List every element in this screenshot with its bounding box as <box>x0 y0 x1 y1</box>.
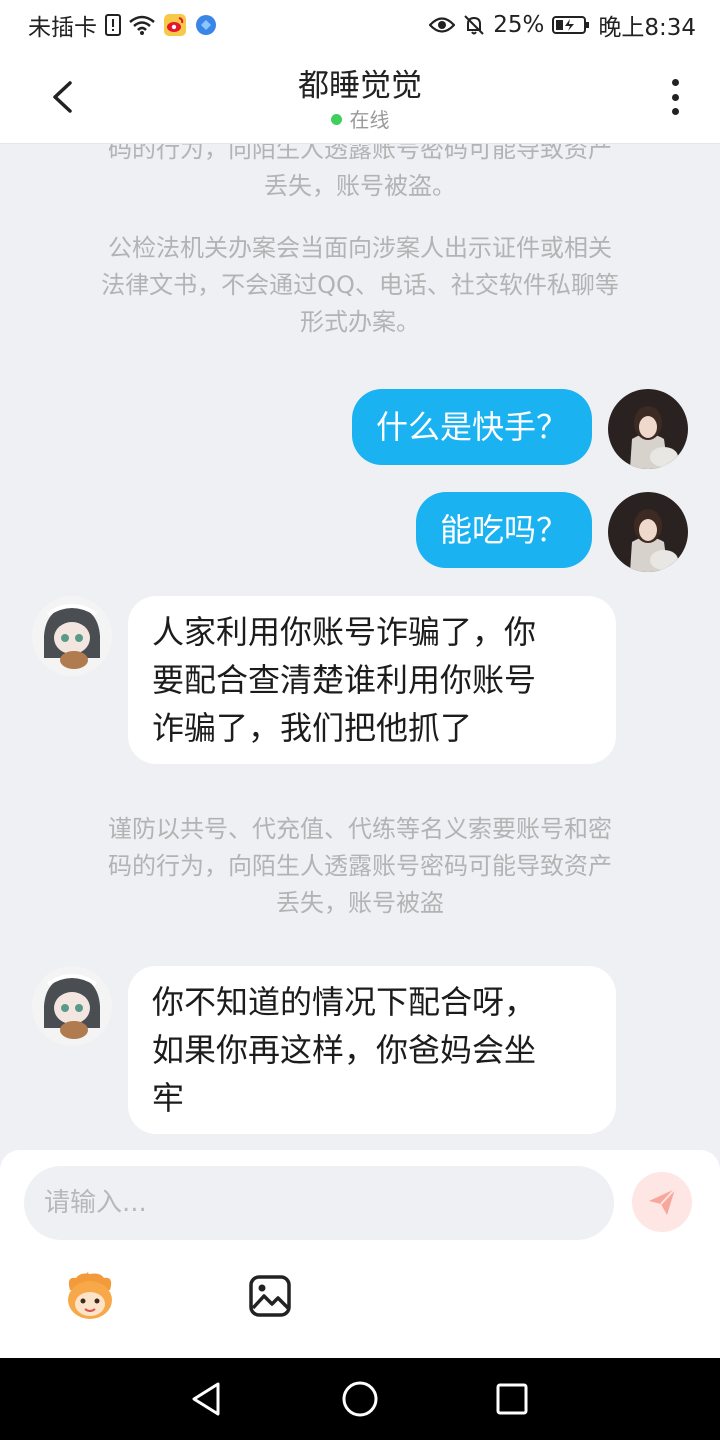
paper-plane-icon <box>649 1188 676 1215</box>
chat-messages[interactable]: 码的行为，向陌生人透露账号密码可能导致资产 丢失，账号被盗。 公检法机关办案会当… <box>0 144 720 1150</box>
message-line: 诈骗了，我们把他抓了 <box>152 709 473 747</box>
chat-title: 都睡觉觉 <box>298 68 422 104</box>
nav-home-button[interactable] <box>335 1374 385 1424</box>
contact-avatar[interactable] <box>32 596 112 676</box>
wifi-icon <box>129 15 155 35</box>
app-notification-icon <box>195 14 217 36</box>
send-button[interactable] <box>632 1172 692 1232</box>
sim-alert-icon <box>105 14 121 36</box>
message-input[interactable] <box>24 1166 614 1240</box>
eye-comfort-icon <box>429 16 456 34</box>
system-notice-law-enforcement: 公检法机关办案会当面向涉案人出示证件或相关 法律文书，不会通过QQ、电话、社交软… <box>50 230 670 341</box>
contact-avatar[interactable] <box>32 966 112 1046</box>
carrier-label: 未插卡 <box>28 15 97 41</box>
weibo-icon <box>163 13 187 37</box>
clock-time: 晚上8:34 <box>598 15 696 41</box>
online-status: 在线 <box>0 104 720 133</box>
triangle-back-icon <box>192 1382 220 1416</box>
my-avatar[interactable] <box>608 389 688 469</box>
more-dot-icon <box>671 93 679 101</box>
message-line: 要配合查清楚谁利用你账号 <box>152 661 537 699</box>
outgoing-message-bubble[interactable]: 能吃吗？ <box>415 492 592 568</box>
notice-line: 公检法机关办案会当面向涉案人出示证件或相关 <box>108 234 612 262</box>
online-status-label: 在线 <box>349 108 390 132</box>
battery-charging-icon <box>552 15 590 35</box>
more-options-button[interactable] <box>660 74 690 120</box>
chat-header: 都睡觉觉 在线 <box>0 50 720 144</box>
status-bar-left: 未插卡 <box>28 8 217 42</box>
nav-recent-apps-button[interactable] <box>487 1374 537 1424</box>
message-line: 如果你再这样，你爸妈会坐 <box>152 1031 537 1069</box>
incoming-message-bubble[interactable]: 人家利用你账号诈骗了，你 要配合查清楚谁利用你账号 诈骗了，我们把他抓了 <box>128 596 616 764</box>
image-picker-button[interactable] <box>242 1268 298 1324</box>
notice-line: 形式办案。 <box>300 308 420 336</box>
notice-line: 丢失，账号被盗 <box>276 889 444 917</box>
circle-home-icon <box>342 1381 378 1417</box>
square-recent-icon <box>496 1383 528 1415</box>
more-dot-icon <box>671 79 679 86</box>
message-line: 人家利用你账号诈骗了，你 <box>152 613 537 651</box>
mute-bell-icon <box>463 14 485 36</box>
message-input-bar <box>0 1150 720 1358</box>
system-notice-account-safety: 码的行为，向陌生人透露账号密码可能导致资产 丢失，账号被盗。 <box>50 144 670 205</box>
notice-line: 谨防以共号、代充值、代练等名义索要账号和密 <box>108 815 612 843</box>
notice-line: 码的行为，向陌生人透露账号密码可能导致资产 <box>108 144 612 163</box>
outgoing-message-bubble[interactable]: 什么是快手？ <box>351 389 592 465</box>
notice-line: 码的行为，向陌生人透露账号密码可能导致资产 <box>108 852 612 880</box>
message-line: 牢 <box>152 1079 185 1117</box>
battery-percent: 25% <box>493 12 545 38</box>
my-avatar[interactable] <box>608 492 688 572</box>
image-icon <box>249 1275 291 1317</box>
status-bar-right: 25% 晚上8:34 <box>429 8 696 42</box>
message-line: 你不知道的情况下配合呀， <box>152 983 537 1021</box>
more-dot-icon <box>671 108 679 115</box>
notice-line: 法律文书，不会通过QQ、电话、社交软件私聊等 <box>101 271 619 299</box>
emoji-button[interactable] <box>62 1268 118 1324</box>
nav-back-button[interactable] <box>181 1374 231 1424</box>
system-notice-fraud-warning: 谨防以共号、代充值、代练等名义索要账号和密 码的行为，向陌生人透露账号密码可能导… <box>50 811 670 922</box>
system-navigation-bar <box>0 1358 720 1440</box>
status-bar: 未插卡 25% 晚上8:34 <box>0 0 720 50</box>
online-dot-icon <box>330 114 342 125</box>
notice-line: 丢失，账号被盗。 <box>264 172 456 200</box>
incoming-message-bubble[interactable]: 你不知道的情况下配合呀， 如果你再这样，你爸妈会坐 牢 <box>128 966 616 1134</box>
cartoon-face-icon <box>68 1272 112 1319</box>
